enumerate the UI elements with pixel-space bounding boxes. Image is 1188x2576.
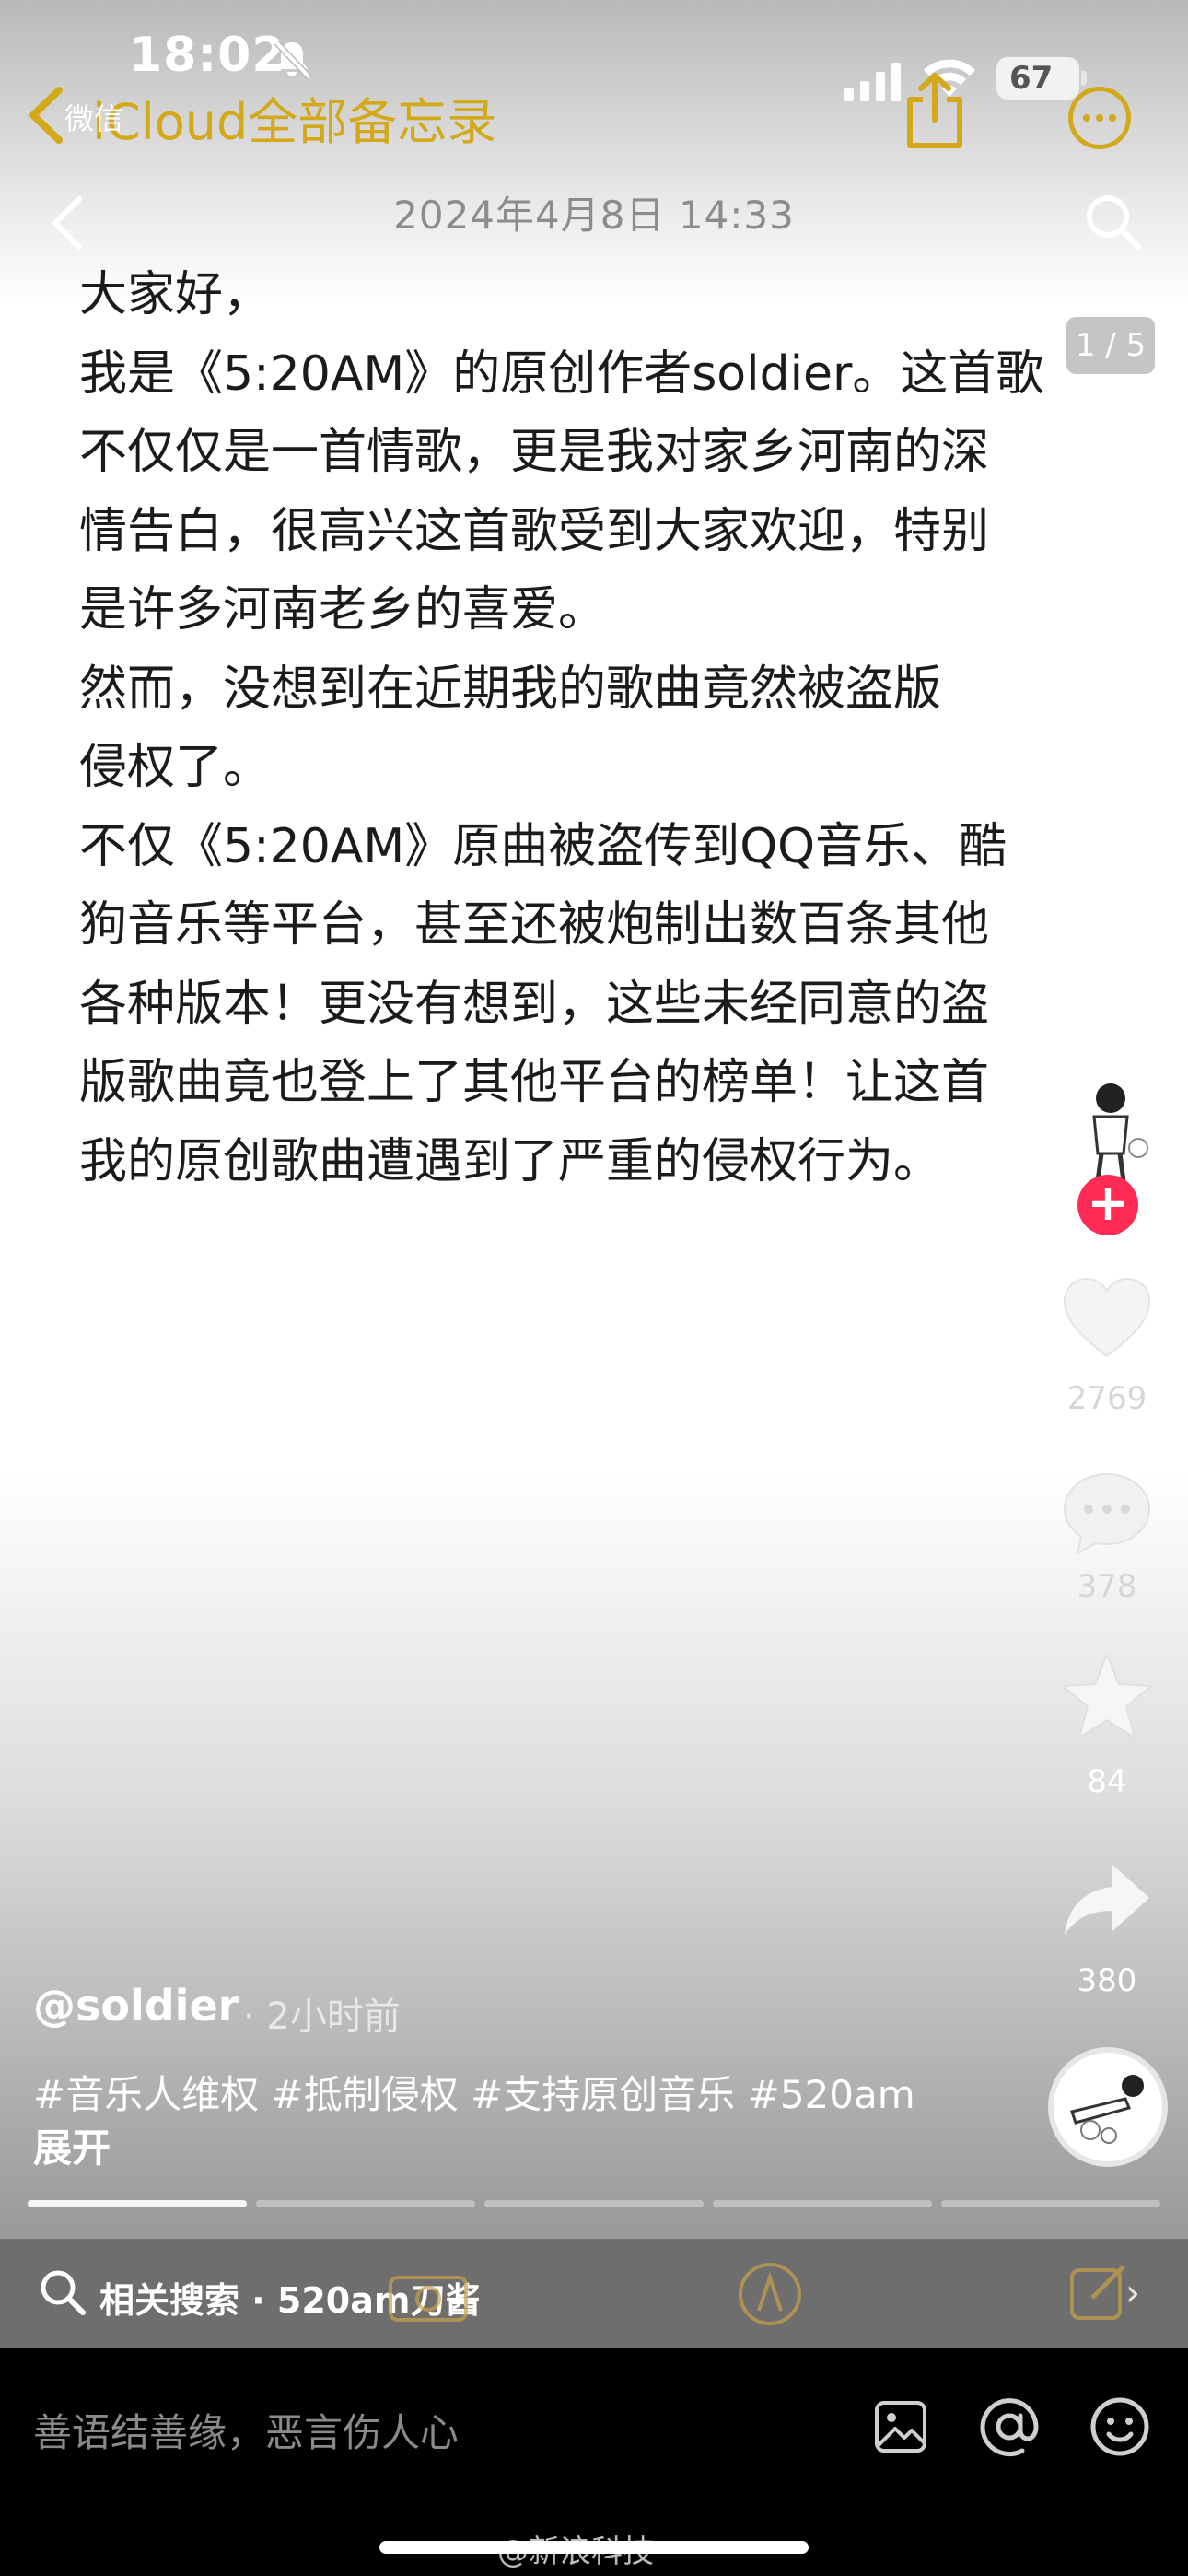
more-options-icon[interactable] xyxy=(1068,87,1131,149)
heart-icon[interactable] xyxy=(1059,1271,1155,1367)
image-progress-bar xyxy=(28,2200,1160,2207)
comment-icon[interactable] xyxy=(1059,1465,1155,1561)
note-line: 是许多河南老乡的喜爱。 xyxy=(79,582,607,638)
share-icon[interactable] xyxy=(903,72,967,149)
note-line: 我是《5:20AM》的原创作者soldier。这首歌 xyxy=(79,345,1044,402)
bell-off-icon xyxy=(274,40,312,80)
signal-icon xyxy=(844,63,901,101)
follow-button[interactable]: + xyxy=(1077,1175,1138,1235)
note-line: 大家好， xyxy=(79,267,272,322)
note-line: 我的原创歌曲遭遇到了严重的侵权行为。 xyxy=(79,1133,942,1189)
note-line: 不仅《5:20AM》原曲被盗传到QQ音乐、酷 xyxy=(79,818,1007,874)
music-disc[interactable] xyxy=(1048,2047,1168,2167)
favorite-star-icon[interactable] xyxy=(1059,1649,1155,1745)
author-avatar[interactable] xyxy=(1068,1071,1151,1185)
home-indicator[interactable] xyxy=(379,2541,809,2554)
image-icon[interactable] xyxy=(873,2399,928,2454)
progress-segment xyxy=(484,2200,704,2207)
note-line: 版歌曲竟也登上了其他平台的榜单！让这首 xyxy=(79,1055,990,1110)
note-line: 狗音乐等平台，甚至还被炮制出数百条其他 xyxy=(79,897,990,953)
note-body: 大家好， 我是《5:20AM》的原创作者soldier。这首歌 不仅仅是一首情歌… xyxy=(79,256,1092,1201)
note-date: 2024年4月8日 14:33 xyxy=(393,193,795,238)
author-name[interactable]: @soldier xyxy=(33,1981,239,2031)
comment-input[interactable] xyxy=(33,2395,825,2469)
notes-folder-title[interactable]: iCloud全部备忘录 xyxy=(92,81,496,154)
status-time: 18:02 xyxy=(129,28,286,83)
progress-segment xyxy=(941,2200,1160,2207)
hashtags[interactable]: #音乐人维权 #抵制侵权 #支持原创音乐 #520am xyxy=(33,2064,915,2120)
like-count: 2769 xyxy=(1066,1380,1147,1417)
progress-segment xyxy=(28,2200,247,2207)
battery-indicator: 67 xyxy=(996,57,1087,100)
share-count: 380 xyxy=(1077,1962,1137,1999)
share-arrow-icon[interactable] xyxy=(1059,1852,1155,1948)
chevron-right-icon[interactable]: › xyxy=(1125,2272,1140,2314)
camera-icon xyxy=(389,2276,468,2322)
chevron-left-icon[interactable] xyxy=(24,85,66,146)
progress-segment xyxy=(713,2200,932,2207)
post-time: · 2小时前 xyxy=(243,1996,401,2038)
markup-pen-icon xyxy=(739,2263,801,2325)
search-icon xyxy=(41,2270,86,2315)
music-cover-icon xyxy=(1070,2075,1144,2144)
comment-count: 378 xyxy=(1077,1568,1137,1605)
back-chevron-icon[interactable] xyxy=(46,193,87,252)
note-line: 不仅仅是一首情歌，更是我对家乡河南的深 xyxy=(79,425,990,480)
note-line: 情告白，很高兴这首歌受到大家欢迎，特别 xyxy=(79,503,990,559)
note-line: 各种版本！更没有想到，这些未经同意的盗 xyxy=(79,976,990,1032)
compose-icon xyxy=(1070,2265,1125,2320)
at-mention-icon[interactable] xyxy=(978,2395,1041,2458)
note-line: 侵权了。 xyxy=(79,740,272,795)
favorite-count: 84 xyxy=(1087,1763,1127,1800)
note-line: 然而，没想到在近期我的歌曲竟然被盗版 xyxy=(79,661,942,717)
search-icon[interactable] xyxy=(1083,192,1142,251)
emoji-icon[interactable] xyxy=(1089,2395,1151,2458)
back-to-app-label[interactable]: 微信 xyxy=(64,96,123,138)
expand-caption-link[interactable]: 展开 xyxy=(33,2117,111,2173)
progress-segment xyxy=(256,2200,475,2207)
